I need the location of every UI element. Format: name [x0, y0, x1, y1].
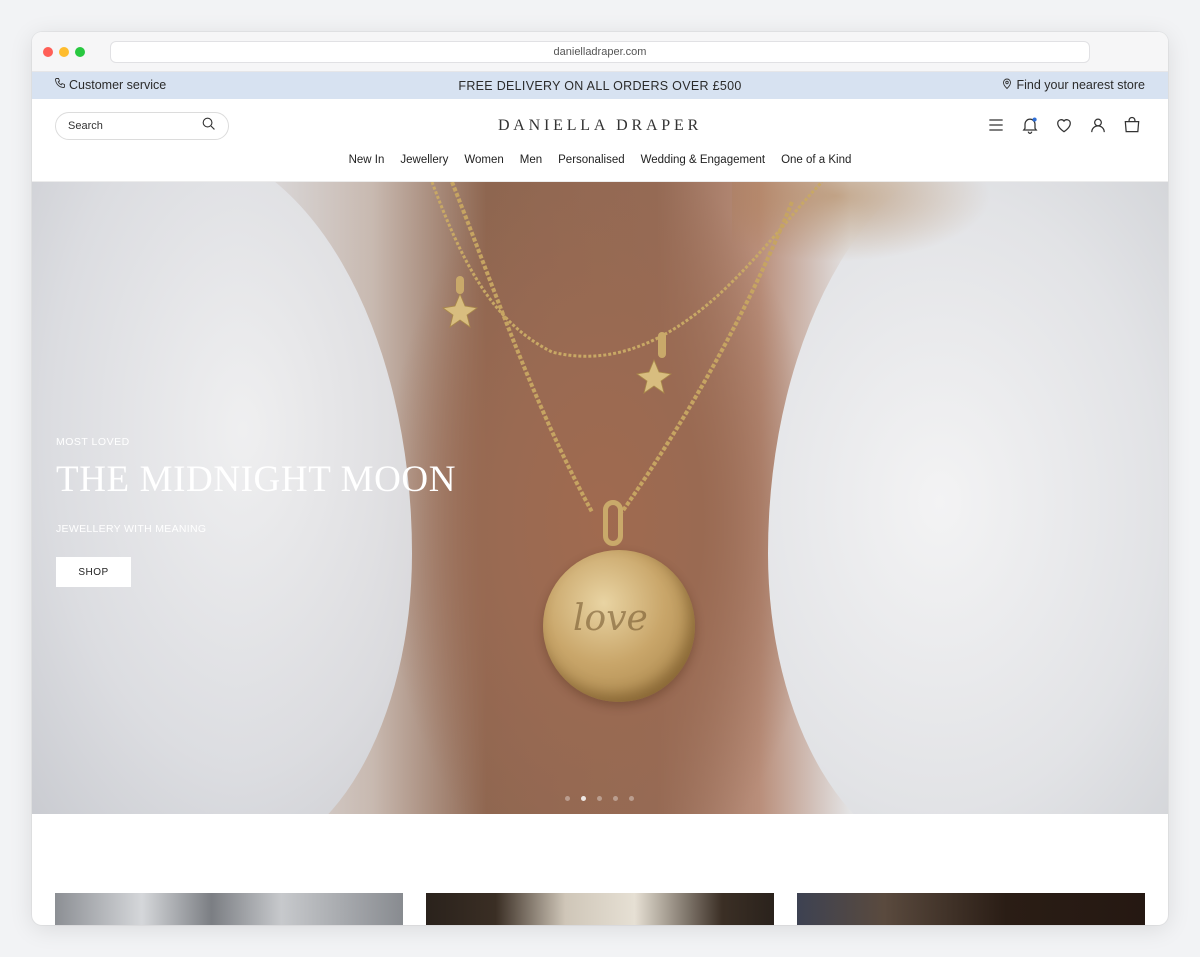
hero-banner[interactable]: love MOST LOVED THE MIDNIGHT MOON JEWELL…	[32, 182, 1168, 814]
carousel-dot[interactable]	[629, 796, 634, 801]
location-pin-icon	[1001, 77, 1013, 93]
header-icons	[986, 115, 1142, 135]
menu-icon[interactable]	[986, 115, 1006, 135]
category-tiles	[55, 893, 1145, 925]
hero-headline: THE MIDNIGHT MOON	[56, 459, 457, 500]
carousel-dot-active[interactable]	[581, 796, 586, 801]
nav-item-new-in[interactable]: New In	[341, 154, 393, 166]
minimize-window-button[interactable]	[59, 47, 69, 57]
promo-bar: Customer service FREE DELIVERY ON ALL OR…	[32, 72, 1168, 99]
promo-message: FREE DELIVERY ON ALL ORDERS OVER £500	[458, 79, 742, 93]
account-icon[interactable]	[1088, 115, 1108, 135]
category-tile[interactable]	[426, 893, 774, 925]
nav-item-women[interactable]: Women	[456, 154, 511, 166]
carousel-dot[interactable]	[565, 796, 570, 801]
nav-item-wedding-engagement[interactable]: Wedding & Engagement	[633, 154, 773, 166]
carousel-dot[interactable]	[613, 796, 618, 801]
carousel-dot[interactable]	[597, 796, 602, 801]
shop-button[interactable]: SHOP	[56, 557, 131, 587]
main-navigation: New In Jewellery Women Men Personalised …	[32, 154, 1168, 166]
pendant-engraving: love	[573, 598, 648, 639]
browser-window: danielladraper.com Customer service FREE…	[32, 32, 1168, 925]
pendant-bail-image	[603, 500, 623, 546]
wishlist-heart-icon[interactable]	[1054, 115, 1074, 135]
store-locator-link[interactable]: Find your nearest store	[1001, 77, 1145, 93]
store-locator-label: Find your nearest store	[1016, 78, 1145, 92]
maximize-window-button[interactable]	[75, 47, 85, 57]
site-header: Search DANIELLA DRAPER New In Jewellery …	[32, 99, 1168, 182]
shopping-bag-icon[interactable]	[1122, 115, 1142, 135]
love-pendant-image: love	[543, 550, 695, 702]
close-window-button[interactable]	[43, 47, 53, 57]
nav-item-men[interactable]: Men	[512, 154, 550, 166]
notification-bell-icon[interactable]	[1020, 115, 1040, 135]
nav-item-one-of-a-kind[interactable]: One of a Kind	[773, 154, 859, 166]
category-tile[interactable]	[797, 893, 1145, 925]
hero-kicker: MOST LOVED	[56, 436, 130, 448]
nav-item-jewellery[interactable]: Jewellery	[392, 154, 456, 166]
carousel-dots	[565, 796, 634, 801]
hero-subheading: JEWELLERY WITH MEANING	[56, 523, 207, 535]
address-bar[interactable]: danielladraper.com	[110, 41, 1090, 63]
browser-chrome: danielladraper.com	[32, 32, 1168, 72]
hero-copy: MOST LOVED THE MIDNIGHT MOON JEWELLERY W…	[56, 436, 456, 587]
category-tile[interactable]	[55, 893, 403, 925]
nav-item-personalised[interactable]: Personalised	[550, 154, 632, 166]
